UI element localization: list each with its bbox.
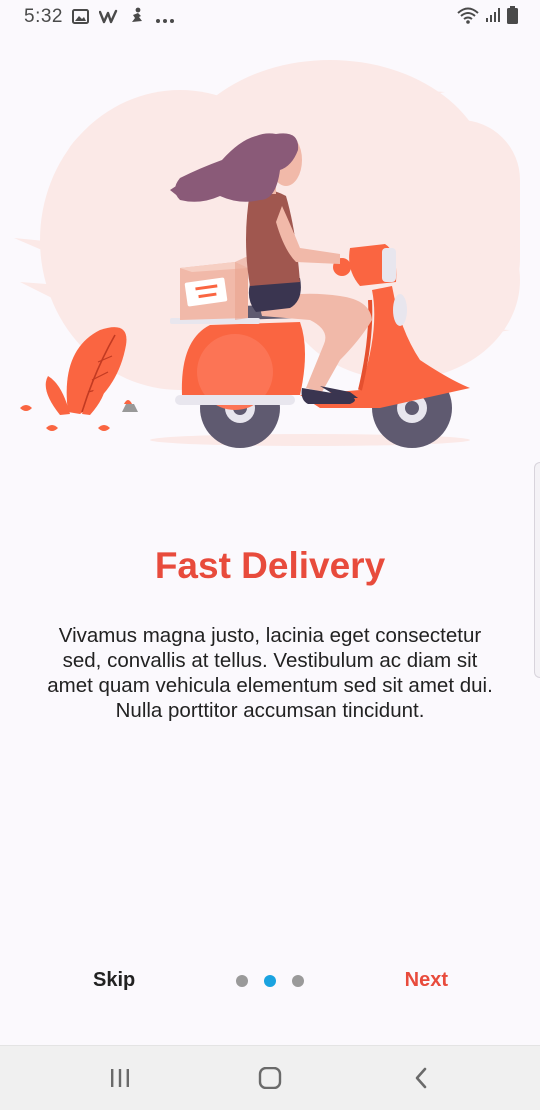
w-app-icon: [98, 8, 119, 30]
recent-apps-icon[interactable]: [105, 1064, 135, 1092]
delivery-illustration: [0, 40, 540, 470]
system-nav-bar: [0, 1045, 540, 1110]
next-button[interactable]: Next: [405, 969, 448, 992]
yoga-app-icon: [129, 7, 145, 30]
status-left-icons: [72, 7, 175, 30]
onboarding-screen: 5:32 Fast Delivery Vivamus magna justo, …: [0, 0, 540, 1110]
more-dots-icon: [155, 8, 175, 30]
onboarding-description: Vivamus magna justo, lacinia eget consec…: [47, 624, 493, 722]
status-time: 5:32: [24, 6, 63, 27]
onboarding-title: Fast Delivery: [154, 545, 386, 586]
back-icon[interactable]: [406, 1064, 436, 1092]
status-bar: 5:32: [0, 0, 540, 34]
home-icon[interactable]: [255, 1064, 285, 1092]
battery-icon: [507, 6, 518, 30]
page-dot-2-active[interactable]: [264, 975, 276, 987]
page-dot-3[interactable]: [292, 975, 304, 987]
image-icon: [72, 8, 89, 30]
signal-icon: [485, 7, 501, 29]
wifi-icon: [457, 7, 479, 30]
page-indicator: [236, 975, 304, 987]
page-dot-1[interactable]: [236, 975, 248, 987]
skip-button[interactable]: Skip: [93, 969, 135, 992]
status-right-icons: [457, 6, 518, 30]
